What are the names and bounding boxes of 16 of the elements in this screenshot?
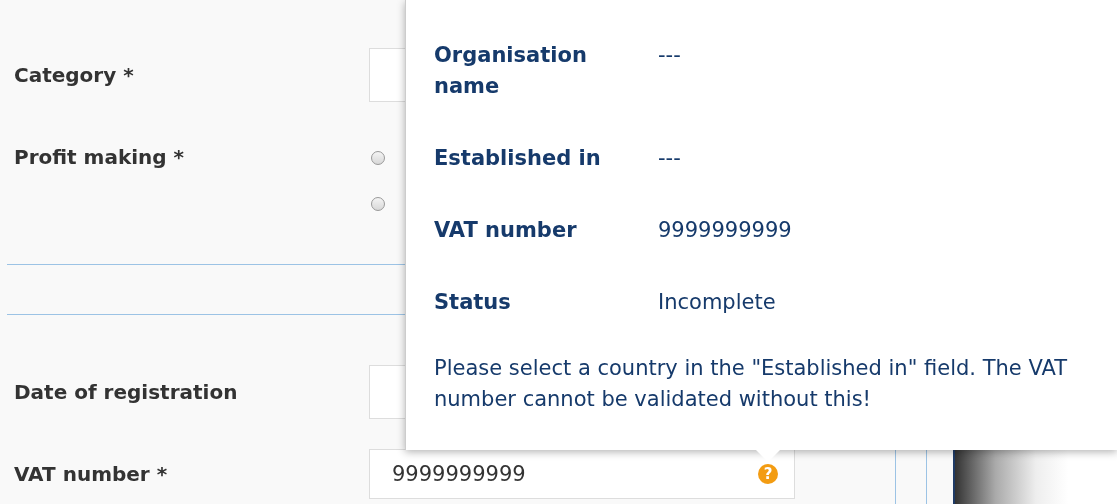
radio-button[interactable]	[371, 197, 385, 211]
info-label: VAT number	[434, 217, 578, 244]
field-label: VAT number *	[14, 462, 169, 486]
info-label: Organisation name	[434, 42, 588, 100]
info-label: Status	[434, 289, 512, 316]
info-label: Established in	[434, 145, 602, 172]
info-value: 9999999999	[658, 217, 793, 244]
info-value: ---	[658, 145, 682, 172]
field-label: Date of registration	[14, 380, 239, 404]
info-value: ---	[658, 42, 682, 69]
field-label: Profit making *	[14, 145, 186, 169]
validation-message: Please select a country in the "Established in" field. The VAT number cannot be validated without this!	[434, 355, 1068, 413]
info-value: Incomplete	[658, 289, 777, 316]
radio-button[interactable]	[371, 151, 385, 165]
input-field[interactable]: 9999999999 ?	[369, 449, 795, 499]
field-label: Category *	[14, 63, 135, 87]
